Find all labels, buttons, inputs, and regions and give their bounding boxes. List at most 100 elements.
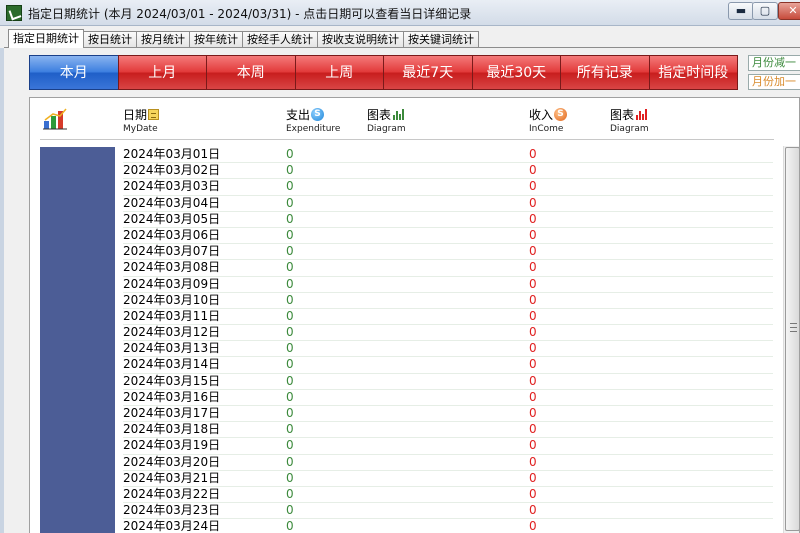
row-date-link[interactable]: 2024年03月02日	[123, 163, 220, 178]
range-button-4[interactable]: 最近7天	[383, 55, 473, 90]
row-date-link[interactable]: 2024年03月14日	[123, 357, 220, 372]
row-date-link[interactable]: 2024年03月22日	[123, 487, 220, 502]
app-icon	[6, 5, 22, 21]
row-date-link[interactable]: 2024年03月04日	[123, 196, 220, 211]
scroll-grip-icon	[790, 323, 797, 332]
month-prev-button[interactable]: 月份减一	[748, 55, 800, 71]
row-date-link[interactable]: 2024年03月03日	[123, 179, 220, 194]
maximize-button[interactable]: ▢	[752, 2, 778, 20]
table-row[interactable]: 2024年03月24日 0 0	[123, 519, 773, 533]
range-button-0[interactable]: 本月	[29, 55, 119, 90]
range-button-2[interactable]: 本周	[206, 55, 296, 90]
table-row[interactable]: 2024年03月16日 0 0	[123, 390, 773, 406]
table-row[interactable]: 2024年03月08日 0 0	[123, 260, 773, 277]
row-date-link[interactable]: 2024年03月08日	[123, 260, 220, 275]
table-row[interactable]: 2024年03月10日 0 0	[123, 293, 773, 309]
table-row[interactable]: 2024年03月15日 0 0	[123, 374, 773, 390]
row-date-link[interactable]: 2024年03月19日	[123, 438, 220, 453]
maximize-icon: ▢	[759, 4, 771, 17]
row-income: 0	[529, 341, 537, 356]
table-row[interactable]: 2024年03月17日 0 0	[123, 406, 773, 423]
vertical-scrollbar[interactable]	[783, 146, 799, 533]
range-button-7[interactable]: 指定时间段	[648, 55, 738, 90]
table-row[interactable]: 2024年03月23日 0 0	[123, 503, 773, 520]
range-buttons: 本月 上月 本周 上周 最近7天 最近30天 所有记录 指定时间段	[29, 55, 738, 90]
row-income: 0	[529, 179, 537, 194]
scrollbar-thumb[interactable]	[785, 147, 799, 531]
bar-chart-icon	[393, 109, 405, 120]
row-date-link[interactable]: 2024年03月24日	[123, 519, 220, 533]
income-badge-icon: S	[554, 108, 568, 121]
table-row[interactable]: 2024年03月05日 0 0	[123, 212, 773, 228]
tab-6[interactable]: 按关键词统计	[403, 31, 479, 48]
tab-3[interactable]: 按年统计	[189, 31, 243, 48]
table-row[interactable]: 2024年03月06日 0 0	[123, 228, 773, 245]
row-date-link[interactable]: 2024年03月16日	[123, 390, 220, 405]
row-income: 0	[529, 486, 537, 501]
daily-rows: 2024年03月01日 0 0 2024年03月02日 0 0 2024年03月03日 0 0 2…	[123, 147, 773, 533]
row-income: 0	[529, 503, 537, 518]
row-date-link[interactable]: 2024年03月13日	[123, 341, 220, 356]
close-button[interactable]: ✕	[778, 2, 800, 20]
row-date-link[interactable]: 2024年03月12日	[123, 325, 220, 340]
table-row[interactable]: 2024年03月11日 0 0	[123, 309, 773, 326]
table-row[interactable]: 2024年03月22日 0 0	[123, 486, 773, 504]
header-inc-diagram[interactable]: 图表 Diagram	[610, 106, 649, 134]
header-date-label: 日期	[123, 108, 148, 122]
table-row[interactable]: 2024年03月14日 0 0	[123, 357, 773, 374]
row-income: 0	[529, 244, 537, 259]
row-date-link[interactable]: 2024年03月07日	[123, 244, 220, 259]
row-date-link[interactable]: 2024年03月01日	[123, 147, 220, 162]
row-date-link[interactable]: 2024年03月20日	[123, 455, 220, 470]
header-date[interactable]: 日期 MyDate	[123, 106, 160, 134]
row-date-link[interactable]: 2024年03月17日	[123, 406, 220, 421]
tab-0[interactable]: 指定日期统计	[8, 29, 84, 48]
tab-5[interactable]: 按收支说明统计	[317, 31, 404, 48]
tab-panel-border	[4, 47, 800, 48]
row-date-link[interactable]: 2024年03月21日	[123, 471, 220, 486]
row-date-link[interactable]: 2024年03月10日	[123, 293, 220, 308]
row-date-link[interactable]: 2024年03月18日	[123, 422, 220, 437]
table-row[interactable]: 2024年03月20日 0 0	[123, 455, 773, 471]
tab-1[interactable]: 按日统计	[83, 31, 137, 48]
table-row[interactable]: 2024年03月03日 0 0	[123, 179, 773, 196]
row-date-link[interactable]: 2024年03月23日	[123, 503, 220, 518]
stats-list-panel: 日期 MyDate 支出 S Expenditure 图表 Diagram 收入…	[29, 97, 800, 533]
row-expenditure: 0	[286, 470, 294, 485]
tab-2[interactable]: 按月统计	[136, 31, 190, 48]
table-row[interactable]: 2024年03月18日 0 0	[123, 422, 773, 439]
row-date-link[interactable]: 2024年03月06日	[123, 228, 220, 243]
table-row[interactable]: 2024年03月21日 0 0	[123, 471, 773, 487]
range-button-5[interactable]: 最近30天	[471, 55, 561, 90]
month-next-button[interactable]: 月份加一	[748, 74, 800, 90]
table-row[interactable]: 2024年03月07日 0 0	[123, 244, 773, 261]
header-income[interactable]: 收入 S InCome	[529, 106, 568, 134]
table-row[interactable]: 2024年03月02日 0 0	[123, 163, 773, 180]
table-row[interactable]: 2024年03月19日 0 0	[123, 438, 773, 455]
row-date-link[interactable]: 2024年03月05日	[123, 212, 220, 227]
table-row[interactable]: 2024年03月01日 0 0	[123, 147, 773, 164]
row-income: 0	[529, 325, 537, 340]
table-row[interactable]: 2024年03月13日 0 0	[123, 341, 773, 358]
row-income: 0	[529, 373, 537, 388]
row-date-link[interactable]: 2024年03月09日	[123, 277, 220, 292]
summary-side-block	[40, 147, 115, 533]
row-income: 0	[529, 422, 537, 437]
minimize-icon: ▬	[735, 4, 747, 17]
table-row[interactable]: 2024年03月12日 0 0	[123, 325, 773, 342]
table-row[interactable]: 2024年03月04日 0 0	[123, 196, 773, 212]
range-button-3[interactable]: 上周	[294, 55, 384, 90]
range-button-6[interactable]: 所有记录	[560, 55, 650, 90]
row-date-link[interactable]: 2024年03月15日	[123, 374, 220, 389]
table-row[interactable]: 2024年03月09日 0 0	[123, 277, 773, 293]
tab-4[interactable]: 按经手人统计	[242, 31, 318, 48]
row-income: 0	[529, 470, 537, 485]
row-expenditure: 0	[286, 357, 294, 372]
header-exp-diagram[interactable]: 图表 Diagram	[367, 106, 406, 134]
chart-logo-icon	[43, 108, 67, 130]
header-expenditure[interactable]: 支出 S Expenditure	[286, 106, 340, 134]
range-button-1[interactable]: 上月	[117, 55, 207, 90]
row-date-link[interactable]: 2024年03月11日	[123, 309, 220, 324]
minimize-button[interactable]: ▬	[728, 2, 754, 20]
row-income: 0	[529, 211, 537, 226]
